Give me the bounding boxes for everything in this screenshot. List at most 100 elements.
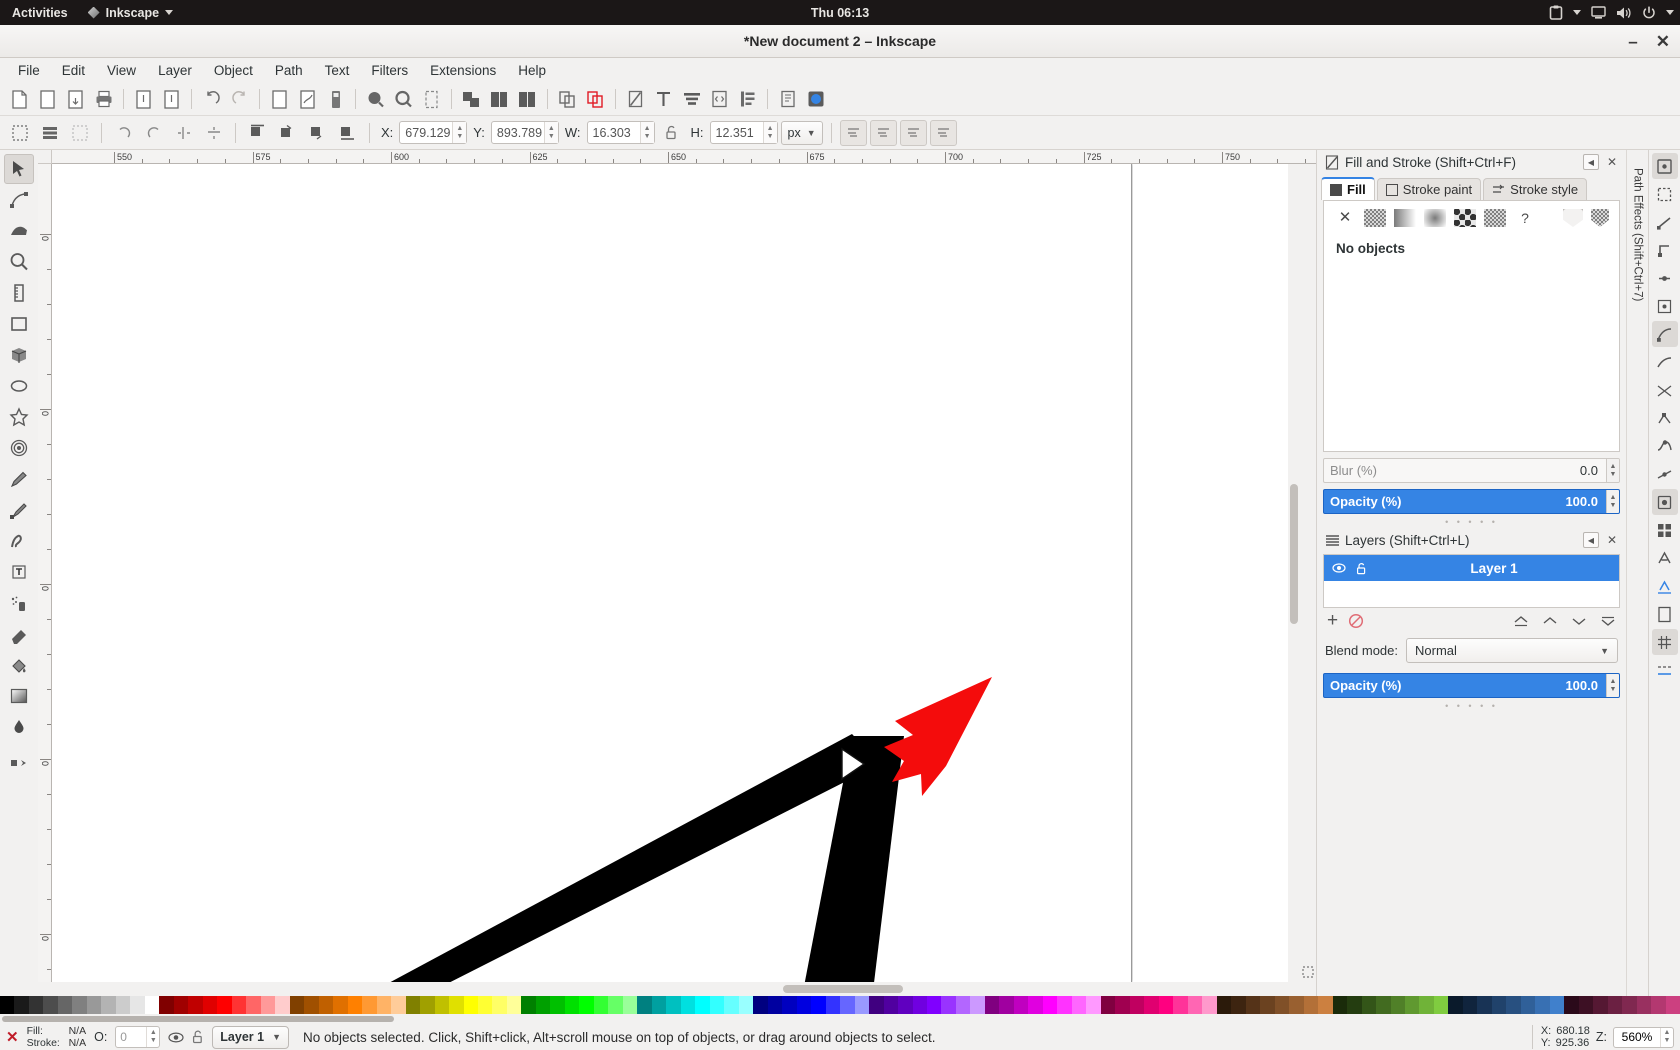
fill-stroke-collapse-button[interactable]: ◀ xyxy=(1583,154,1599,170)
system-tray[interactable] xyxy=(1549,5,1674,20)
w-spinbox[interactable]: ▲▼ xyxy=(587,121,655,144)
palette-swatch[interactable] xyxy=(739,996,753,1014)
raise-layer-icon[interactable] xyxy=(1542,614,1558,628)
measure-tool[interactable] xyxy=(4,278,34,308)
palette-swatch[interactable] xyxy=(1289,996,1303,1014)
palette-swatch[interactable] xyxy=(203,996,217,1014)
enable-snapping-icon[interactable] xyxy=(1652,153,1678,179)
flip-horizontal-icon[interactable] xyxy=(170,120,197,146)
status-opacity-input[interactable] xyxy=(116,1027,146,1047)
no-paint-icon[interactable]: ✕ xyxy=(1334,209,1356,227)
palette-swatch[interactable] xyxy=(377,996,391,1014)
lock-open-icon[interactable] xyxy=(192,1030,204,1044)
y-spinbox[interactable]: ▲▼ xyxy=(491,121,559,144)
duplicate-icon[interactable] xyxy=(322,86,349,112)
palette-swatch[interactable] xyxy=(1043,996,1057,1014)
current-layer-dropdown[interactable]: Layer 1 ▼ xyxy=(212,1026,289,1049)
snap-object-center-icon[interactable] xyxy=(1652,489,1678,515)
palette-swatch[interactable] xyxy=(348,996,362,1014)
blur-field[interactable]: Blur (%) 0.0 ▲▼ xyxy=(1323,458,1620,483)
palette-swatch[interactable] xyxy=(1318,996,1332,1014)
palette-swatch[interactable] xyxy=(1637,996,1651,1014)
snap-page-border-icon[interactable] xyxy=(1652,601,1678,627)
palette-swatch[interactable] xyxy=(1173,996,1187,1014)
zoom-spinbox[interactable]: ▲▼ xyxy=(1613,1027,1674,1048)
lock-open-icon[interactable] xyxy=(658,120,685,146)
drawing-canvas[interactable] xyxy=(52,164,1288,982)
palette-swatch[interactable] xyxy=(1405,996,1419,1014)
palette-swatch[interactable] xyxy=(1246,996,1260,1014)
palette-swatch[interactable] xyxy=(1521,996,1535,1014)
text-tool[interactable] xyxy=(4,557,34,587)
horizontal-scroll-thumb[interactable] xyxy=(783,985,903,993)
affect-stroke-width-icon[interactable] xyxy=(840,120,867,146)
ellipse-tool[interactable] xyxy=(4,371,34,401)
open-document-icon[interactable] xyxy=(34,86,61,112)
palette-swatch[interactable] xyxy=(898,996,912,1014)
snap-bbox-corner-icon[interactable] xyxy=(1652,237,1678,263)
flat-color-icon[interactable] xyxy=(1364,209,1386,227)
palette-swatch[interactable] xyxy=(724,996,738,1014)
fill-opacity-field[interactable]: Opacity (%) 100.0 ▲▼ xyxy=(1323,489,1620,514)
tweak-tool[interactable] xyxy=(4,216,34,246)
h-spinbox[interactable]: ▲▼ xyxy=(710,121,778,144)
eye-icon[interactable] xyxy=(1332,562,1346,574)
palette-swatch[interactable] xyxy=(1260,996,1274,1014)
palette-swatch[interactable] xyxy=(14,996,28,1014)
node-tool[interactable] xyxy=(4,185,34,215)
palette-swatch[interactable] xyxy=(406,996,420,1014)
undo-icon[interactable] xyxy=(198,86,225,112)
horizontal-ruler[interactable]: 550575600625650675700725750 xyxy=(52,150,1316,164)
raise-to-top-icon[interactable] xyxy=(1513,614,1529,628)
palette-swatch[interactable] xyxy=(855,996,869,1014)
radial-gradient-icon[interactable] xyxy=(1424,209,1446,227)
zoom-tool[interactable] xyxy=(4,247,34,277)
layers-list[interactable]: Layer 1 xyxy=(1323,554,1620,608)
palette-swatch[interactable] xyxy=(913,996,927,1014)
copy-icon[interactable] xyxy=(266,86,293,112)
blend-mode-dropdown[interactable]: Normal ▼ xyxy=(1406,638,1618,663)
status-opacity-stepper[interactable]: ▲▼ xyxy=(146,1027,159,1047)
paste-icon[interactable] xyxy=(294,86,321,112)
palette-swatch[interactable] xyxy=(478,996,492,1014)
palette-swatch[interactable] xyxy=(1434,996,1448,1014)
palette-swatch[interactable] xyxy=(420,996,434,1014)
select-all-layers-icon[interactable] xyxy=(36,120,63,146)
fill-opacity-stepper[interactable]: ▲▼ xyxy=(1606,490,1619,513)
palette-swatch[interactable] xyxy=(362,996,376,1014)
tray-menu-chevron-icon[interactable] xyxy=(1666,10,1674,15)
layer-row[interactable]: Layer 1 xyxy=(1324,555,1619,581)
affect-patterns-icon[interactable] xyxy=(930,120,957,146)
spray-tool[interactable] xyxy=(4,588,34,618)
save-document-icon[interactable] xyxy=(62,86,89,112)
tab-stroke-style[interactable]: Stroke style xyxy=(1483,178,1587,200)
palette-swatch[interactable] xyxy=(637,996,651,1014)
layers-close-button[interactable]: ✕ xyxy=(1604,532,1620,548)
color-palette[interactable] xyxy=(0,996,1680,1014)
selector-tool[interactable] xyxy=(4,154,34,184)
palette-swatch[interactable] xyxy=(1101,996,1115,1014)
palette-swatch[interactable] xyxy=(1072,996,1086,1014)
palette-swatch[interactable] xyxy=(1448,996,1462,1014)
palette-swatch[interactable] xyxy=(1506,996,1520,1014)
unlink-clone-icon[interactable] xyxy=(582,86,609,112)
palette-swatch[interactable] xyxy=(130,996,144,1014)
flip-vertical-icon[interactable] xyxy=(200,120,227,146)
snap-text-baseline-icon[interactable] xyxy=(1652,573,1678,599)
menu-help[interactable]: Help xyxy=(508,60,556,81)
close-button[interactable]: ✕ xyxy=(1656,33,1670,50)
palette-swatch[interactable] xyxy=(290,996,304,1014)
unknown-paint-icon[interactable]: ? xyxy=(1514,209,1536,227)
text-tool-icon[interactable] xyxy=(650,86,677,112)
nonzero-fill-icon[interactable] xyxy=(1591,209,1609,227)
lower-icon[interactable] xyxy=(304,120,331,146)
menu-edit[interactable]: Edit xyxy=(52,60,95,81)
layers-resize-grip[interactable]: • • • • • xyxy=(1317,698,1626,712)
palette-swatch[interactable] xyxy=(1014,996,1028,1014)
zoom-drawing-icon[interactable] xyxy=(390,86,417,112)
horizontal-scrollbar[interactable] xyxy=(38,982,1316,996)
layers-collapse-button[interactable]: ◀ xyxy=(1583,532,1599,548)
no-paint-swatch-icon[interactable]: ✕ xyxy=(6,1028,19,1046)
sticky-zoom-icon[interactable] xyxy=(1302,966,1314,978)
palette-swatch[interactable] xyxy=(782,996,796,1014)
